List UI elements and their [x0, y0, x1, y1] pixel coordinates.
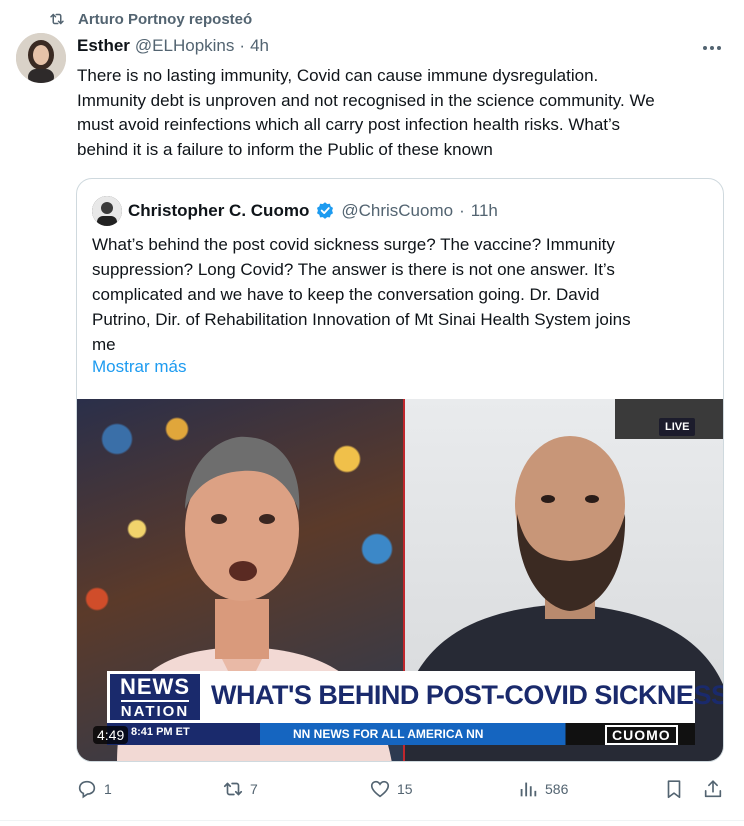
more-dot-icon	[710, 46, 714, 50]
more-options-button[interactable]	[700, 38, 724, 58]
news-headline: WHAT'S BEHIND POST-COVID SICKNESS SURGE?	[211, 680, 724, 710]
video-player[interactable]: LIVE NEWS NATION WHAT'S BEHIND POST-COVI…	[77, 399, 723, 761]
repost-indicator[interactable]: Arturo Portnoy reposteó	[48, 10, 252, 28]
tweet-text-line: behind it is a failure to inform the Pub…	[77, 139, 493, 159]
views-button[interactable]: 586	[517, 778, 568, 800]
reply-icon	[78, 780, 96, 799]
quote-author-handle: @ChrisCuomo	[341, 201, 454, 220]
news-ticker: 8:41 PM ET NN NEWS FOR ALL AMERICA NN CU…	[107, 723, 695, 745]
share-button[interactable]	[702, 778, 724, 800]
separator-dot: ·	[239, 36, 246, 55]
author-avatar[interactable]	[16, 33, 66, 83]
tweet-time[interactable]: 4h	[250, 36, 269, 56]
live-badge: LIVE	[659, 418, 696, 436]
avatar-image	[16, 33, 66, 83]
quote-time: 11h	[470, 201, 498, 220]
quote-author-name: Christopher C. Cuomo	[128, 201, 310, 220]
quoted-tweet[interactable]: Christopher C. Cuomo @ChrisCuomo · 11h W…	[76, 178, 724, 762]
video-duration: 4:49	[93, 726, 129, 744]
repost-button[interactable]: 7	[222, 778, 258, 800]
repost-icon	[223, 782, 243, 796]
repost-icon	[50, 13, 64, 25]
quote-text-line: suppression? Long Covid? The answer is t…	[92, 260, 615, 279]
reply-button[interactable]: 1	[76, 778, 112, 800]
ticker-text: NN NEWS FOR ALL AMERICA NN	[293, 727, 484, 741]
ticker-brand: CUOMO	[605, 725, 678, 745]
verified-badge-icon	[317, 202, 334, 219]
separator-dot: ·	[459, 201, 465, 220]
logo-line-2: NATION	[120, 699, 190, 719]
quote-header: Christopher C. Cuomo @ChrisCuomo · 11h	[92, 196, 498, 226]
quote-author-avatar	[92, 196, 122, 226]
bookmark-icon	[667, 780, 681, 799]
tweet-header: Esther @ELHopkins · 4h	[77, 36, 269, 56]
divider	[0, 820, 744, 821]
repost-text: Arturo Portnoy reposteó	[78, 10, 253, 28]
tweet-text-line: must avoid reinfections which all carry …	[77, 115, 620, 134]
views-icon	[520, 782, 537, 797]
like-count: 15	[397, 781, 413, 797]
share-icon	[704, 780, 722, 798]
bookmark-button[interactable]	[663, 778, 685, 800]
heart-icon	[370, 780, 390, 798]
reply-count: 1	[104, 781, 112, 797]
quote-text-line: Putrino, Dir. of Rehabilitation Innovati…	[92, 310, 631, 329]
quote-text-line: complicated and we have to keep the conv…	[92, 285, 600, 304]
more-dot-icon	[717, 46, 721, 50]
newsnation-logo: NEWS NATION	[107, 671, 203, 723]
author-name[interactable]: Esther	[77, 36, 130, 56]
tweet-text-line: Immunity debt is unproven and not recogn…	[77, 90, 655, 110]
tweet-text-line: There is no lasting immunity, Covid can …	[77, 66, 599, 85]
quote-text: What’s behind the post covid sickness su…	[92, 232, 712, 357]
show-more-link[interactable]: Mostrar más	[92, 357, 186, 377]
ticker-time: 8:41 PM ET	[131, 726, 190, 738]
news-lower-third: NEWS NATION WHAT'S BEHIND POST-COVID SIC…	[107, 671, 723, 723]
like-button[interactable]: 15	[369, 778, 413, 800]
quote-text-line: What’s behind the post covid sickness su…	[92, 235, 615, 254]
more-dot-icon	[703, 46, 707, 50]
logo-line-1: NEWS	[120, 673, 190, 699]
author-handle[interactable]: @ELHopkins	[135, 36, 234, 56]
repost-count: 7	[250, 781, 258, 797]
quote-text-line: me	[92, 335, 116, 354]
tweet-text: There is no lasting immunity, Covid can …	[77, 64, 727, 162]
tweet-actions-bar: 1 7 15 586	[76, 778, 724, 806]
views-count: 586	[545, 781, 569, 797]
